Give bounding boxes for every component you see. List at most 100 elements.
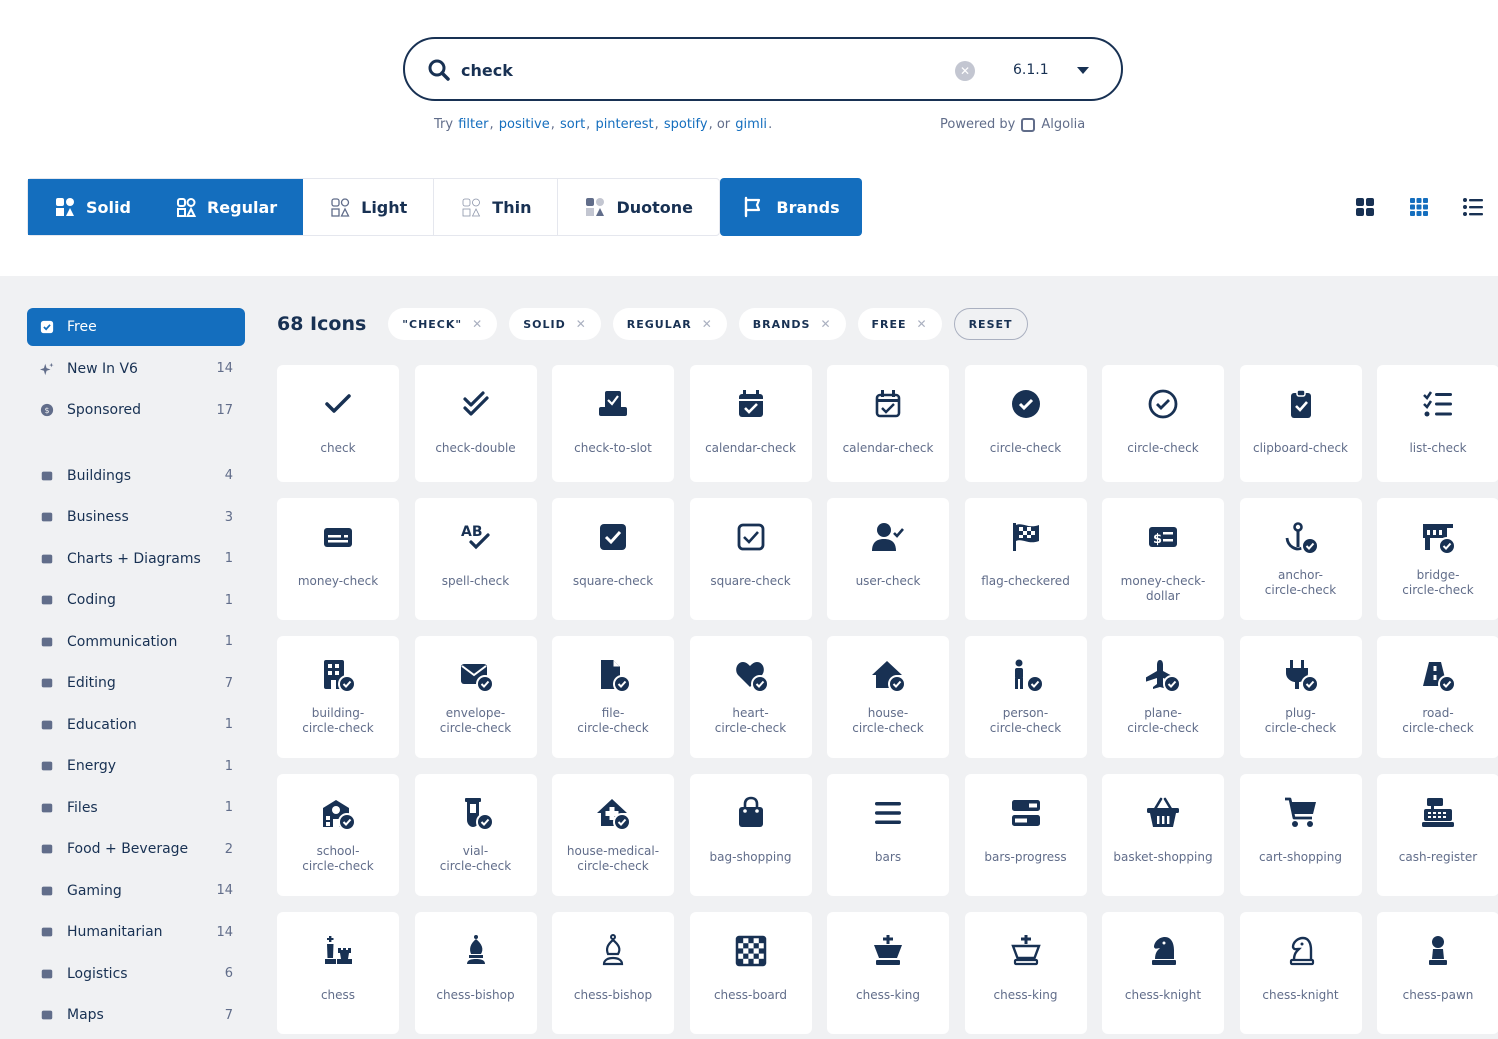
- icon-card[interactable]: check: [277, 365, 399, 482]
- sidebar-item-education[interactable]: Education 1: [27, 704, 245, 746]
- icon-card[interactable]: clipboard-check: [1239, 365, 1362, 482]
- icon-card[interactable]: check-double: [414, 365, 537, 482]
- icon-card[interactable]: circle-check: [1102, 365, 1224, 482]
- sidebar-item-maps[interactable]: Maps 7: [27, 995, 245, 1037]
- icon-card[interactable]: house-medical-circle-check: [552, 774, 674, 896]
- icon-card[interactable]: square-check: [552, 498, 674, 620]
- icon-card[interactable]: chess: [277, 912, 399, 1034]
- style-duotone-button[interactable]: Duotone: [558, 179, 719, 235]
- icon-card[interactable]: road-circle-check: [1377, 636, 1498, 758]
- icon-card[interactable]: AB spell-check: [414, 498, 537, 620]
- filter-chip[interactable]: SOLID ✕: [509, 308, 601, 340]
- clear-search-icon[interactable]: ✕: [955, 61, 975, 81]
- sidebar-item-gaming[interactable]: Gaming 14: [27, 870, 245, 912]
- filter-chip[interactable]: "CHECK" ✕: [388, 308, 498, 340]
- filter-chip[interactable]: REGULAR ✕: [612, 308, 727, 340]
- icon-card[interactable]: calendar-check: [827, 365, 949, 482]
- sidebar-item-buildings[interactable]: Buildings 4: [27, 455, 245, 497]
- sidebar-item-count: 1: [224, 634, 233, 650]
- icon-card[interactable]: building-circle-check: [277, 636, 399, 758]
- style-regular-button[interactable]: Regular: [152, 179, 304, 235]
- icon-card[interactable]: cart-shopping: [1239, 774, 1362, 896]
- icon-card[interactable]: bag-shopping: [689, 774, 812, 896]
- icon-card[interactable]: basket-shopping: [1102, 774, 1224, 896]
- icon-card[interactable]: chess-knight: [1102, 912, 1224, 1034]
- sidebar-item-files[interactable]: Files 1: [27, 787, 245, 829]
- icon-card[interactable]: bars-progress: [964, 774, 1087, 896]
- search-input[interactable]: [461, 55, 901, 85]
- close-icon[interactable]: ✕: [917, 317, 928, 331]
- filter-chip[interactable]: FREE ✕: [857, 308, 942, 340]
- style-thin-button[interactable]: Thin: [434, 179, 559, 235]
- sidebar-item-communication[interactable]: Communication 1: [27, 621, 245, 663]
- icon-card[interactable]: chess-pawn: [1377, 912, 1498, 1034]
- icon-card[interactable]: chess-bishop: [552, 912, 674, 1034]
- suggest-link[interactable]: pinterest: [595, 117, 653, 132]
- chevron-down-icon[interactable]: [1077, 67, 1089, 74]
- sidebar-item-sponsored[interactable]: $ Sponsored 17: [27, 390, 245, 432]
- suggest-link[interactable]: sort: [560, 117, 585, 132]
- sidebar-item-energy[interactable]: Energy 1: [27, 746, 245, 788]
- icon-card[interactable]: vial-circle-check: [414, 774, 537, 896]
- suggest-link[interactable]: positive: [499, 117, 550, 132]
- sidebar-item-humanitarian[interactable]: Humanitarian 14: [27, 912, 245, 954]
- icon-card[interactable]: chess-king: [827, 912, 949, 1034]
- icon-card[interactable]: $ money-check-dollar: [1102, 498, 1224, 620]
- search-box[interactable]: ✕ 6.1.1: [403, 37, 1123, 101]
- icon-card[interactable]: file-circle-check: [552, 636, 674, 758]
- filter-chip[interactable]: BRANDS ✕: [738, 308, 846, 340]
- style-light-button[interactable]: Light: [303, 179, 435, 235]
- icon-card[interactable]: anchor-circle-check: [1239, 498, 1362, 620]
- icon-card[interactable]: circle-check: [964, 365, 1087, 482]
- brands-button[interactable]: Brands: [720, 178, 862, 236]
- suggest-link[interactable]: gimli: [735, 117, 767, 132]
- suggest-link[interactable]: spotify: [664, 117, 708, 132]
- close-icon[interactable]: ✕: [820, 317, 831, 331]
- style-solid-button[interactable]: Solid: [28, 179, 153, 235]
- icon-card[interactable]: calendar-check: [689, 365, 812, 482]
- sidebar-item-editing[interactable]: Editing 7: [27, 663, 245, 705]
- icon-card[interactable]: bars: [827, 774, 949, 896]
- icon-name: chess-pawn: [1402, 988, 1474, 1002]
- icon-card[interactable]: house-circle-check: [827, 636, 949, 758]
- close-icon[interactable]: ✕: [702, 317, 713, 331]
- icon-card[interactable]: money-check: [277, 498, 399, 620]
- icon-card[interactable]: cash-register: [1377, 774, 1498, 896]
- icon-card[interactable]: check-to-slot: [552, 365, 674, 482]
- close-icon[interactable]: ✕: [576, 317, 587, 331]
- icon-card[interactable]: envelope-circle-check: [414, 636, 537, 758]
- icon-card[interactable]: chess-board: [689, 912, 812, 1034]
- icon-card[interactable]: chess-king: [964, 912, 1087, 1034]
- icon-card[interactable]: flag-checkered: [964, 498, 1087, 620]
- icon-name: square-check: [710, 574, 791, 588]
- sidebar-item-business[interactable]: Business 3: [27, 497, 245, 539]
- reset-button[interactable]: RESET: [953, 308, 1028, 340]
- icon-card[interactable]: heart-circle-check: [689, 636, 812, 758]
- suggest-link[interactable]: filter: [458, 117, 488, 132]
- icon-card[interactable]: school-circle-check: [277, 774, 399, 896]
- close-icon[interactable]: ✕: [472, 317, 483, 331]
- suggest-prefix: Try: [434, 117, 454, 132]
- icon-card[interactable]: list-check: [1377, 365, 1498, 482]
- sidebar-item-charts-diagrams[interactable]: Charts + Diagrams 1: [27, 538, 245, 580]
- sidebar-item-food-beverage[interactable]: Food + Beverage 2: [27, 829, 245, 871]
- icon-card[interactable]: user-check: [827, 498, 949, 620]
- icon-card[interactable]: person-circle-check: [964, 636, 1087, 758]
- icon-card[interactable]: chess-knight: [1239, 912, 1362, 1034]
- grid-large-icon[interactable]: [1354, 196, 1376, 218]
- powered-brand[interactable]: Algolia: [1041, 117, 1085, 132]
- grid-small-icon[interactable]: [1408, 196, 1430, 218]
- icon-card[interactable]: chess-bishop: [414, 912, 537, 1034]
- icon-card[interactable]: bridge-circle-check: [1377, 498, 1498, 620]
- icon-card[interactable]: plane-circle-check: [1102, 636, 1224, 758]
- sidebar-item-logistics[interactable]: Logistics 6: [27, 953, 245, 995]
- icon-card[interactable]: plug-circle-check: [1239, 636, 1362, 758]
- list-icon[interactable]: [1462, 196, 1484, 218]
- sidebar-item-new-in-v6[interactable]: New In V6 14: [27, 348, 245, 390]
- heart-circle-check-icon: [734, 658, 768, 692]
- sidebar-item-label: Maps: [67, 1007, 104, 1024]
- sidebar-item-free[interactable]: Free: [27, 308, 245, 346]
- icon-card[interactable]: square-check: [689, 498, 812, 620]
- sidebar-item-coding[interactable]: Coding 1: [27, 580, 245, 622]
- version-select[interactable]: 6.1.1: [1013, 62, 1049, 78]
